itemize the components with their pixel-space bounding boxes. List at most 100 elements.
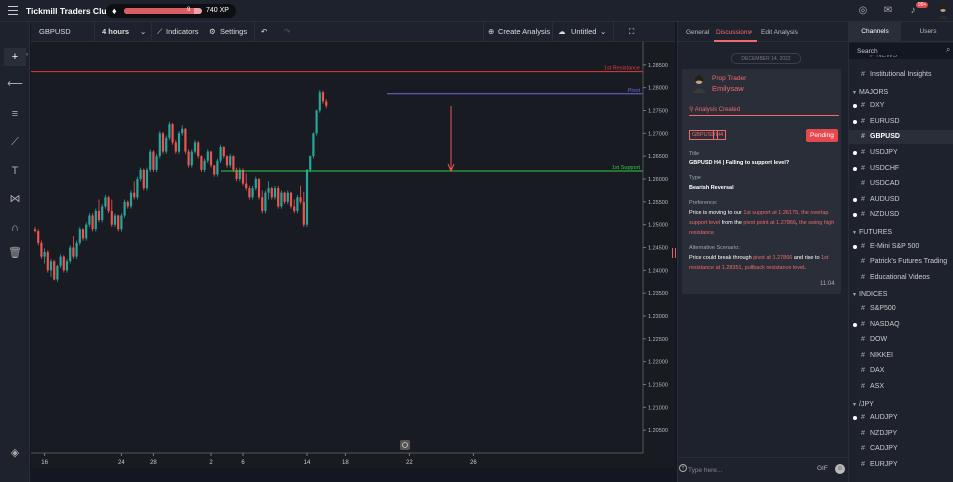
channel-name: USDCHF [870, 164, 900, 172]
cloud-icon[interactable]: ☁ [558, 27, 566, 36]
channel-item[interactable]: # NZDJPY [849, 427, 953, 441]
channel-item[interactable]: # AUDUSD [849, 193, 953, 207]
plus-icon[interactable]: + [679, 464, 687, 472]
author-name[interactable]: Emilysaw [712, 84, 744, 93]
trend-line-tool[interactable]: ⟵ [4, 75, 26, 93]
channel-item[interactable]: # EURJPY [849, 458, 953, 472]
layout-name-button[interactable]: Untitled [571, 27, 596, 36]
xp-level: 9 [187, 7, 191, 13]
settings-button[interactable]: Settings [220, 27, 247, 36]
channel-item[interactable]: # NASDAQ [849, 318, 953, 332]
channel-item[interactable]: # USDJPY [849, 146, 953, 160]
undo-icon[interactable]: ↶ [261, 27, 267, 36]
divider [151, 22, 152, 42]
candle-body [219, 147, 222, 161]
layers-icon[interactable]: ◈ [4, 444, 26, 462]
tab-edit-analysis[interactable]: Edit Analysis [761, 29, 798, 36]
candle-body [200, 156, 203, 170]
channel-item[interactable]: # Patrick's Futures Trading [849, 255, 953, 269]
horizontal-lines-tool[interactable]: ≡ [4, 105, 26, 123]
indicators-icon[interactable]: ⟋ [157, 27, 162, 37]
crosshair-tool[interactable]: + [4, 48, 26, 66]
channel-group[interactable]: ▼ FUTURES [849, 226, 953, 240]
price-tick-label: 1.28000 [648, 86, 668, 92]
channel-item[interactable]: # S&P500 [849, 302, 953, 316]
message-input[interactable] [688, 464, 798, 476]
channel-item[interactable]: # DXY [849, 99, 953, 113]
time-tick-label: 2 [209, 460, 213, 466]
channel-item[interactable]: # Educational Videos [849, 271, 953, 285]
channel-item[interactable]: # Institutional Insights [849, 68, 953, 82]
level-name: 1st Support [612, 165, 641, 171]
channel-item[interactable]: # AUDJPY [849, 411, 953, 425]
channel-name: Institutional Insights [870, 71, 932, 78]
tab-discussions[interactable]: Discussions [716, 29, 751, 36]
price-tick-label: 1.20500 [648, 428, 668, 434]
trash-icon[interactable]: 🗑 [4, 244, 26, 262]
candle-body [177, 133, 181, 152]
redo-icon[interactable]: ↷ [284, 27, 290, 36]
candle-body [69, 247, 72, 262]
candle-body [40, 242, 43, 257]
chart-area[interactable]: 1st Resistance1.28351Pivot1.27861st Supp… [31, 42, 675, 468]
pitchfork-tool[interactable]: ⟋ [4, 133, 26, 151]
search-icon[interactable]: ⌕ [946, 45, 950, 55]
chevron-down-icon[interactable]: ⌄ [600, 27, 606, 36]
plus-circle-icon[interactable]: ⊕ [488, 27, 494, 36]
tab-users[interactable]: Users [902, 22, 953, 42]
indicators-button[interactable]: Indicators [166, 27, 199, 36]
candle-body [110, 210, 113, 225]
channel-item[interactable]: # NIKKEI [849, 349, 953, 363]
candle-body [46, 252, 49, 271]
panel-resize-handle[interactable] [672, 248, 676, 258]
gear-icon[interactable]: ⚙ [209, 27, 216, 36]
create-analysis-button[interactable]: Create Analysis [498, 27, 550, 36]
close-tab-icon[interactable]: × [749, 29, 753, 36]
candle-body [97, 210, 101, 221]
fullscreen-icon[interactable]: ⛶ [629, 27, 634, 37]
expand-arrow-icon[interactable]: › [26, 52, 28, 58]
channel-item[interactable]: # CADJPY [849, 442, 953, 456]
channel-item[interactable]: # USDCAD [849, 177, 953, 191]
channel-item[interactable]: # USDCHF [849, 162, 953, 176]
globe-icon[interactable]: ◎ [857, 5, 869, 17]
interval-select[interactable]: 4 hours [102, 27, 129, 36]
tab-general[interactable]: General [686, 29, 709, 36]
go-to-realtime-button[interactable] [400, 440, 410, 450]
emoji-icon[interactable]: ☺ [835, 464, 845, 474]
candle-body [241, 169, 245, 184]
mail-icon[interactable]: ✉ [882, 5, 894, 17]
channel-item-partial[interactable]: F NEWS [849, 55, 953, 62]
candle-body [129, 192, 133, 207]
price-tick-label: 1.21000 [648, 405, 668, 411]
channel-item[interactable]: # GBPUSD [849, 130, 953, 145]
chevron-down-icon[interactable]: ⌄ [140, 27, 146, 36]
pattern-tool[interactable]: ⋈ [4, 190, 26, 208]
hash-icon: # [861, 383, 865, 390]
channel-group[interactable]: ▼/JPY [849, 398, 953, 412]
channel-item[interactable]: # EURUSD [849, 115, 953, 129]
channel-item[interactable]: # ASX [849, 380, 953, 394]
candle-body [56, 265, 59, 280]
text-tool[interactable]: T [4, 162, 26, 180]
gif-button[interactable]: GIF [817, 465, 828, 472]
tab-channels[interactable]: Channels [849, 22, 901, 42]
hash-icon: # [861, 149, 865, 156]
channel-item[interactable]: # NZDUSD [849, 208, 953, 222]
channel-name: USDCAD [870, 180, 900, 188]
candle-body [213, 165, 216, 175]
menu-icon[interactable] [8, 6, 18, 15]
candle-body [94, 210, 97, 230]
user-avatar[interactable] [936, 3, 950, 19]
symbol-button[interactable]: GBPUSD [39, 27, 71, 36]
magnet-icon[interactable]: ∩ [4, 219, 26, 237]
hash-icon: # [861, 242, 865, 250]
channel-group[interactable]: ▼ MAJORS [849, 86, 953, 100]
price-chart[interactable]: 1st Resistance1.28351Pivot1.27861st Supp… [31, 42, 675, 468]
channel-item[interactable]: # E-Mini S&P 500 [849, 240, 953, 254]
candle-body [72, 247, 75, 257]
channel-item[interactable]: # DOW [849, 333, 953, 347]
channel-item[interactable]: # DAX [849, 364, 953, 378]
hash-icon: # [861, 461, 865, 468]
channel-group[interactable]: ▼ INDICES [849, 288, 953, 302]
